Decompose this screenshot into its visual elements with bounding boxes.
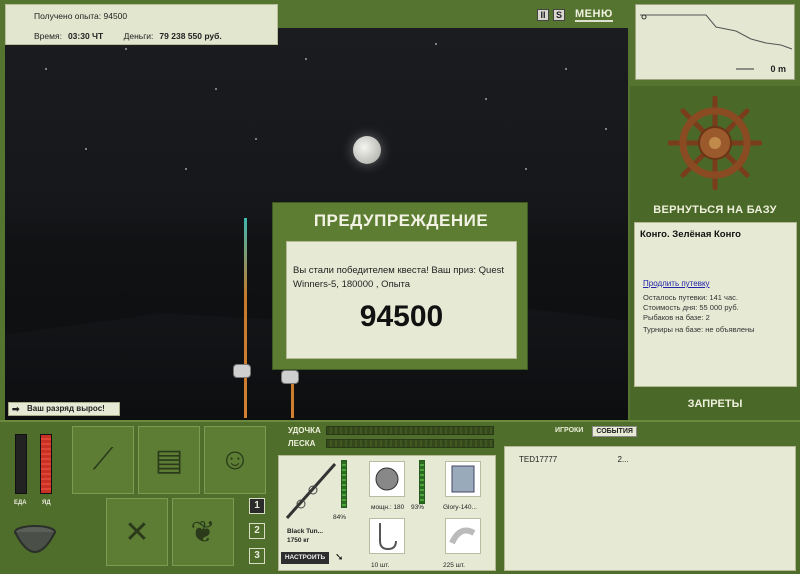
reel-slot[interactable]	[369, 461, 405, 497]
rod-status-label: УДОЧКА	[288, 426, 321, 435]
hook-icon	[379, 523, 397, 551]
rod-slot-1-button[interactable]: 1	[249, 498, 265, 514]
reel-2	[281, 370, 299, 384]
fish-cage-button[interactable]: ❦	[172, 498, 234, 566]
fishing-rod-1[interactable]	[244, 218, 247, 418]
dialog-xp-value: 94500	[359, 300, 444, 333]
fisherman-icon: ☺	[219, 443, 251, 476]
base-line-fishers: Рыбаков на базе: 2	[643, 313, 710, 322]
rank-notice-text: Ваш разряд вырос!	[27, 404, 105, 413]
bait-slot[interactable]	[445, 518, 481, 554]
base-info-box: Конго. Зелёная Конго Продлить путевку Ос…	[634, 222, 797, 387]
bait-count: 225 шт.	[443, 562, 465, 569]
line-tension-bar	[326, 439, 494, 448]
lure-slot[interactable]	[445, 461, 481, 497]
reel-percent: 93%	[411, 504, 425, 511]
fish-icon: ❦	[190, 515, 216, 549]
rod-icon[interactable]	[283, 460, 339, 522]
poison-meter	[40, 434, 52, 494]
reel-power: мощн.: 180	[371, 504, 405, 511]
pause-button[interactable]: II	[537, 9, 549, 21]
moon	[353, 136, 381, 164]
lure-package-icon	[451, 465, 475, 493]
rod-slot-2-button[interactable]: 2	[249, 523, 265, 539]
rod-status-row: УДОЧКА	[278, 426, 498, 438]
rod-icon: ⟋	[92, 443, 114, 476]
return-to-base-button[interactable]: ВЕРНУТЬСЯ НА БАЗУ	[630, 204, 800, 216]
hook-count: 10 шт.	[371, 562, 390, 569]
arrow-down-right-icon: ➘	[335, 552, 344, 563]
bait-icon	[449, 527, 476, 545]
xp-label: Получено опыта:	[34, 11, 102, 21]
warning-dialog[interactable]: ПРЕДУПРЕЖДЕНИЕ Вы стали победителем квес…	[272, 202, 528, 370]
top-icons: II S МЕНЮ	[537, 8, 613, 22]
rod-selector-button[interactable]: ⟋	[72, 426, 134, 494]
base-line-tournaments: Турниры на базе: не объявлены	[643, 325, 755, 334]
dialog-message: Вы стали победителем квеста! Ваш приз: Q…	[293, 265, 504, 290]
rod-name: Black Tun...	[287, 528, 323, 535]
tackle-status: УДОЧКА ЛЕСКА	[278, 422, 498, 452]
line-status-row: ЛЕСКА	[278, 439, 498, 451]
sound-button[interactable]: S	[553, 9, 565, 21]
game-screen: Получено опыта: 94500 Время: 03:30 ЧТ Ден…	[0, 0, 800, 574]
food-label: ЕДА	[14, 500, 27, 506]
food-meter	[15, 434, 27, 494]
hook-slot[interactable]	[369, 518, 405, 554]
ship-wheel-icon[interactable]	[668, 96, 762, 190]
depth-minimap[interactable]: 0 m	[635, 4, 795, 80]
time-label: Время:	[34, 31, 62, 41]
rod-wear-bar	[341, 460, 347, 508]
xp-row: Получено опыта: 94500	[34, 11, 127, 21]
tacklebox-icon: ▤	[154, 443, 184, 477]
player-info-panel: Получено опыта: 94500 Время: 03:30 ЧТ Ден…	[5, 4, 278, 45]
base-line-day-cost: Стоимость дня: 55 000 руб.	[643, 303, 739, 312]
tab-events[interactable]: СОБЫТИЯ	[592, 426, 637, 437]
player-value: 2...	[617, 455, 629, 464]
time-value: 03:30 ЧТ	[67, 31, 104, 41]
knife-fork-icon: ✕	[124, 515, 150, 549]
extend-trip-link[interactable]: Продлить путевку	[643, 279, 710, 288]
tackle-grid: 84% Black Tun... 1750 кг НАСТРОИТЬ ➘ мощ…	[278, 455, 496, 571]
rod-slot-3-button[interactable]: 3	[249, 548, 265, 564]
money-label: Деньги:	[123, 31, 154, 41]
fisherman-button[interactable]: ☺	[204, 426, 266, 494]
reel-wear-bar	[419, 460, 425, 504]
depth-readout: 0 m	[770, 64, 786, 74]
player-name: TED17777	[519, 455, 558, 464]
poison-label: ЯД	[42, 500, 51, 506]
players-tabs: ИГРОКИ СОБЫТИЯ	[552, 426, 637, 437]
rank-notice[interactable]: ➡ Ваш разряд вырос!	[8, 402, 120, 416]
xp-value: 94500	[103, 11, 128, 21]
players-list: TED17777 2...	[504, 446, 796, 571]
players-panel: ИГРОКИ СОБЫТИЯ TED17777 2...	[502, 422, 799, 572]
rod-percent: 84%	[333, 514, 347, 521]
list-item[interactable]: TED17777 2...	[519, 455, 629, 464]
right-panel: ВЕРНУТЬСЯ НА БАЗУ Конго. Зелёная Конго П…	[630, 86, 800, 420]
tab-players[interactable]: ИГРОКИ	[552, 426, 586, 437]
food-button[interactable]: ✕	[106, 498, 168, 566]
reel-1	[233, 364, 251, 378]
arrow-right-icon: ➡	[12, 404, 20, 414]
lure-name: Glory-140...	[443, 504, 477, 511]
setup-button[interactable]: НАСТРОИТЬ	[281, 552, 329, 564]
reel-icon	[375, 467, 399, 491]
rod-weight: 1750 кг	[287, 537, 310, 544]
base-title: Конго. Зелёная Конго	[640, 229, 741, 240]
bans-button[interactable]: ЗАПРЕТЫ	[630, 398, 800, 410]
base-line-remaining: Осталось путевки: 141 час.	[643, 293, 738, 302]
dialog-body: Вы стали победителем квеста! Ваш приз: Q…	[286, 241, 517, 359]
cauldron-icon[interactable]	[10, 512, 60, 562]
time-money-row: Время: 03:30 ЧТ Деньги: 79 238 550 руб.	[34, 31, 240, 41]
money-value: 79 238 550 руб.	[159, 31, 222, 41]
menu-button[interactable]: МЕНЮ	[575, 8, 613, 22]
line-status-label: ЛЕСКА	[288, 439, 316, 448]
tacklebox-button[interactable]: ▤	[138, 426, 200, 494]
dialog-title: ПРЕДУПРЕЖДЕНИЕ	[313, 211, 489, 230]
rod-tension-bar	[326, 426, 494, 435]
